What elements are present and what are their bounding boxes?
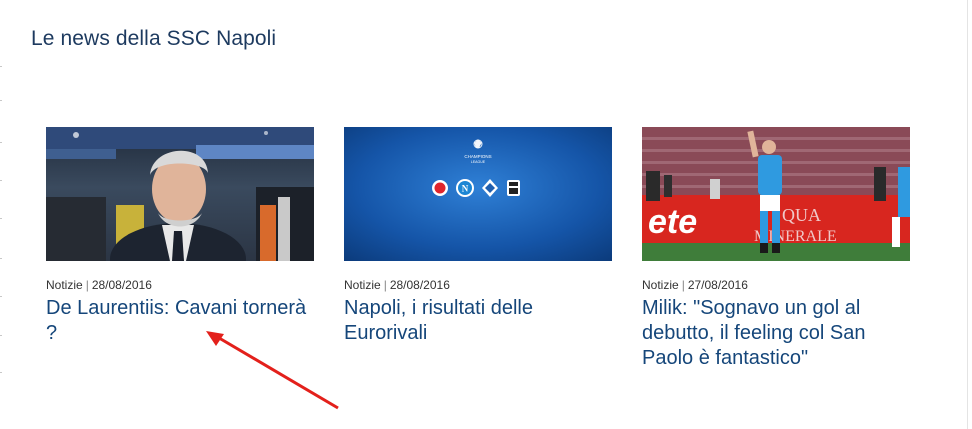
champions-league-logo-icon bbox=[473, 139, 483, 149]
meta-separator: | bbox=[681, 278, 685, 292]
news-headline-link[interactable]: Napoli, i risultati delle Eurorivali bbox=[344, 296, 612, 346]
svg-text:CHAMPIONS: CHAMPIONS bbox=[464, 154, 491, 159]
news-headline-link[interactable]: Milik: "Sognavo un gol al debutto, il fe… bbox=[642, 296, 910, 371]
news-date: 28/08/2016 bbox=[389, 278, 450, 292]
news-card[interactable]: Notizie | 28/08/2016 De Laurentiis: Cavani… bbox=[46, 127, 314, 346]
svg-text:ete: ete bbox=[648, 203, 697, 241]
svg-text:N: N bbox=[462, 184, 469, 194]
benfica-crest-icon bbox=[432, 180, 448, 196]
news-headline-link[interactable]: De Laurentiis: Cavani tornerà ? bbox=[46, 296, 314, 346]
news-category: Notizie bbox=[344, 278, 381, 292]
meta-separator: | bbox=[85, 278, 89, 292]
news-meta: Notizie | 27/08/2016 bbox=[642, 278, 910, 292]
news-thumbnail-president[interactable] bbox=[46, 127, 314, 261]
napoli-crest-icon: N bbox=[456, 179, 474, 197]
player-celebration-image: ete QUA MINERALE bbox=[642, 127, 910, 261]
news-category: Notizie bbox=[642, 278, 679, 292]
meta-separator: | bbox=[383, 278, 387, 292]
svg-text:LEAGUE: LEAGUE bbox=[471, 160, 486, 164]
news-meta: Notizie | 28/08/2016 bbox=[46, 278, 314, 292]
besiktas-crest-icon bbox=[507, 180, 520, 196]
president-photo-image bbox=[46, 127, 314, 261]
news-thumbnail-champions-league[interactable]: CHAMPIONS LEAGUE N bbox=[344, 127, 612, 261]
page-right-border bbox=[967, 0, 968, 429]
news-thumbnail-player[interactable]: ete QUA MINERALE bbox=[642, 127, 910, 261]
news-meta: Notizie | 28/08/2016 bbox=[344, 278, 612, 292]
svg-text:QUA: QUA bbox=[782, 205, 821, 225]
champions-league-graphic-image: CHAMPIONS LEAGUE N bbox=[344, 127, 612, 261]
news-date: 28/08/2016 bbox=[91, 278, 152, 292]
news-category: Notizie bbox=[46, 278, 83, 292]
news-card[interactable]: ete QUA MINERALE Notizie | 27/08/2016 Mi… bbox=[642, 127, 910, 371]
news-card[interactable]: CHAMPIONS LEAGUE N Notizie | 28/08/2016 … bbox=[344, 127, 612, 346]
section-title: Le news della SSC Napoli bbox=[31, 27, 277, 50]
news-date: 27/08/2016 bbox=[687, 278, 748, 292]
